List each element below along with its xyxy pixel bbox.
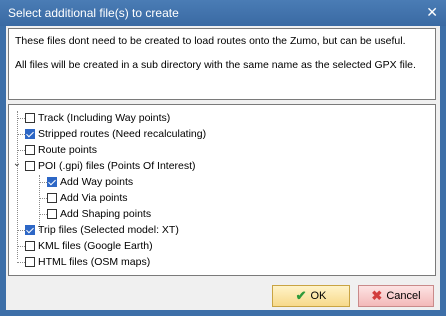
button-bar: ✔ OK ✖ Cancel [6,282,440,310]
tree-item-label: Route points [38,144,97,156]
checkbox-track[interactable] [25,113,35,123]
tree-line [39,198,47,199]
check-icon: ✔ [295,288,307,303]
tree-item-label: HTML files (OSM maps) [38,256,151,268]
tree-line [17,150,25,151]
dialog-title: Select additional file(s) to create [8,6,179,20]
checkbox-kml-files[interactable] [25,241,35,251]
checkbox-stripped-routes[interactable] [25,129,35,139]
checkbox-add-way-points[interactable] [47,177,57,187]
checkbox-route-points[interactable] [25,145,35,155]
file-type-tree: Track (Including Way points) Stripped ro… [8,104,436,276]
close-icon[interactable]: ✕ [426,4,438,21]
checkbox-add-shaping-points[interactable] [47,209,57,219]
checkbox-html-files[interactable] [25,257,35,267]
tree-item-track[interactable]: Track (Including Way points) [25,110,170,126]
tree-item-label: Add Via points [60,192,128,204]
dialog-window: Select additional file(s) to create ✕ Th… [0,0,446,316]
tree-line [39,182,47,183]
checkbox-poi[interactable] [25,161,35,171]
tree-item-poi[interactable]: POI (.gpi) files (Points Of Interest) [25,158,196,174]
cancel-button-label: Cancel [386,290,421,302]
tree-item-stripped-routes[interactable]: Stripped routes (Need recalculating) [25,126,206,142]
tree-line [17,262,25,263]
tree-item-label: POI (.gpi) files (Points Of Interest) [38,160,196,172]
chevron-down-icon[interactable]: ⌄ [12,159,22,169]
tree-item-add-way-points[interactable]: Add Way points [47,174,133,190]
cancel-button[interactable]: ✖ Cancel [358,285,434,307]
ok-button[interactable]: ✔ OK [272,285,350,307]
tree-line [17,230,25,231]
tree-item-add-shaping-points[interactable]: Add Shaping points [47,206,151,222]
tree-item-trip-files[interactable]: Trip files (Selected model: XT) [25,222,179,238]
title-bar[interactable]: Select additional file(s) to create ✕ [0,0,446,26]
info-line-2: All files will be created in a sub direc… [15,59,416,71]
tree-item-label: Track (Including Way points) [38,112,171,124]
info-line-1: These files dont need to be created to l… [15,35,406,47]
tree-line [17,134,25,135]
tree-item-label: Add Way points [60,176,134,188]
checkbox-add-via-points[interactable] [47,193,57,203]
tree-item-kml-files[interactable]: KML files (Google Earth) [25,238,153,254]
tree-line [17,118,25,119]
tree-item-label: Stripped routes (Need recalculating) [38,128,207,140]
x-icon: ✖ [371,288,383,303]
info-box: These files dont need to be created to l… [8,28,436,100]
ok-button-label: OK [310,290,327,302]
tree-item-html-files[interactable]: HTML files (OSM maps) [25,254,150,270]
tree-line [39,214,47,215]
tree-item-route-points[interactable]: Route points [25,142,97,158]
checkbox-trip-files[interactable] [25,225,35,235]
tree-line [17,246,25,247]
tree-item-label: KML files (Google Earth) [38,240,153,252]
tree-item-add-via-points[interactable]: Add Via points [47,190,128,206]
dialog-body: These files dont need to be created to l… [6,26,440,310]
tree-item-label: Add Shaping points [60,208,152,220]
tree-item-label: Trip files (Selected model: XT) [38,224,179,236]
